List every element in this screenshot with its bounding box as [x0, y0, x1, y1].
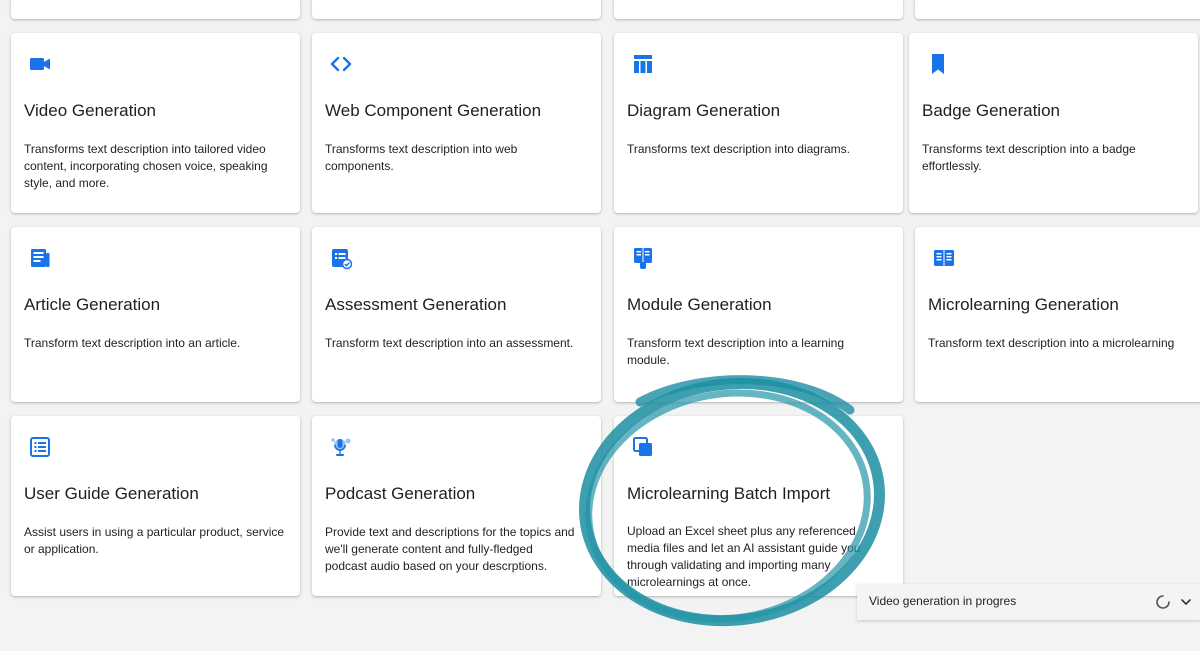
card-article-generation[interactable]: Article Generation Transform text descri…: [11, 227, 300, 402]
card-partial-1[interactable]: [11, 0, 300, 19]
card-title: Podcast Generation: [325, 484, 476, 503]
code-icon: [326, 49, 356, 79]
card-description: Transforms text description into diagram…: [627, 142, 850, 156]
card-description: Transform text description into a microl…: [928, 336, 1175, 350]
card-description: Upload an Excel sheet plus any reference…: [627, 524, 861, 589]
card-title: Web Component Generation: [325, 101, 542, 120]
card-description: Assist users in using a particular produ…: [24, 525, 285, 556]
list-icon: [25, 432, 55, 462]
bookmark-icon: [923, 49, 953, 79]
chevron-down-icon[interactable]: [1179, 595, 1193, 609]
table-layout-icon: [628, 49, 658, 79]
card-title: Assessment Generation: [325, 295, 507, 314]
book-open-icon: [929, 243, 959, 273]
podcast-mic-icon: [326, 432, 356, 462]
card-title: Article Generation: [24, 295, 161, 314]
loading-spinner-icon: [1155, 594, 1171, 610]
card-microlearning-batch-import[interactable]: Microlearning Batch Import Upload an Exc…: [614, 416, 903, 596]
video-generation-progress-toast[interactable]: Video generation in progres: [857, 584, 1200, 620]
card-badge-generation[interactable]: Badge Generation Transforms text descrip…: [909, 33, 1198, 213]
videocam-icon: [25, 49, 55, 79]
card-description: Provide text and descriptions for the to…: [325, 525, 575, 573]
card-description: Transform text description into an asses…: [325, 336, 574, 350]
card-web-component-generation[interactable]: Web Component Generation Transforms text…: [312, 33, 601, 213]
card-description: Transforms text description into web com…: [325, 142, 518, 173]
card-video-generation[interactable]: Video Generation Transforms text descrip…: [11, 33, 300, 213]
card-module-generation[interactable]: Module Generation Transform text descrip…: [614, 227, 903, 402]
card-podcast-generation[interactable]: Podcast Generation Provide text and desc…: [312, 416, 601, 596]
card-partial-4[interactable]: [915, 0, 1200, 19]
card-description: Transform text description into a learni…: [627, 336, 844, 367]
card-description: Transform text description into an artic…: [24, 336, 241, 350]
checklist-icon: [326, 243, 356, 273]
card-diagram-generation[interactable]: Diagram Generation Transforms text descr…: [614, 33, 903, 213]
copy-stack-icon: [628, 432, 658, 462]
card-title: Microlearning Generation: [928, 295, 1119, 314]
article-icon: [25, 243, 55, 273]
card-title: Microlearning Batch Import: [627, 484, 831, 503]
card-title: Diagram Generation: [627, 101, 781, 120]
card-microlearning-generation[interactable]: Microlearning Generation Transform text …: [915, 227, 1200, 402]
card-user-guide-generation[interactable]: User Guide Generation Assist users in us…: [11, 416, 300, 596]
card-assessment-generation[interactable]: Assessment Generation Transform text des…: [312, 227, 601, 402]
card-description: Transforms text description into a badge…: [922, 142, 1136, 173]
card-partial-2[interactable]: [312, 0, 601, 19]
card-partial-3[interactable]: [614, 0, 903, 19]
toast-status-text: Video generation in progres: [869, 594, 1017, 608]
book-module-icon: [628, 243, 658, 273]
card-title: User Guide Generation: [24, 484, 199, 503]
card-title: Video Generation: [24, 101, 157, 120]
card-description: Transforms text description into tailore…: [24, 142, 268, 190]
card-title: Badge Generation: [922, 101, 1060, 120]
card-title: Module Generation: [627, 295, 772, 314]
